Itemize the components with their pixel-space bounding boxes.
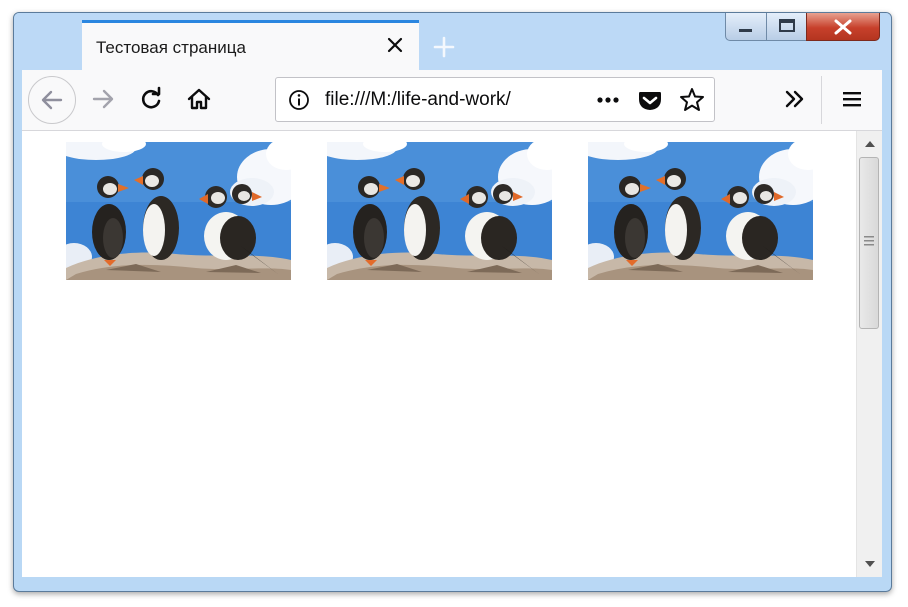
scroll-up-arrow[interactable] [857,135,882,153]
browser-window: Тестовая страница file:///M:/life-and-wo… [13,12,892,592]
maximize-button[interactable] [766,13,807,41]
url-fade [516,84,546,114]
page-content [22,131,856,577]
reload-button[interactable] [134,82,168,116]
back-button[interactable] [28,76,76,124]
minimize-icon [739,29,752,32]
hamburger-menu-icon [843,92,861,107]
minimize-button[interactable] [725,13,767,41]
scroll-down-arrow[interactable] [857,555,882,573]
tab-active[interactable]: Тестовая страница [82,20,419,70]
overflow-button[interactable] [778,82,812,116]
arrow-left-icon [41,90,63,110]
grip-icon [864,236,874,246]
tab-title: Тестовая страница [96,38,246,57]
scrollbar-thumb[interactable] [859,157,879,329]
menu-button[interactable] [835,82,869,116]
puffins-image-3 [588,142,813,280]
puffins-image-2 [327,142,552,280]
plus-icon[interactable] [432,35,456,59]
url-text[interactable]: file:///M:/life-and-work/ [325,89,543,111]
maximize-icon [779,19,795,32]
vertical-scrollbar[interactable] [856,131,882,577]
pocket-icon[interactable] [636,86,664,114]
caret-down-icon [864,561,875,567]
star-icon[interactable] [678,86,706,114]
close-icon[interactable] [385,35,405,55]
more-horizontal-icon[interactable] [594,86,622,114]
window-bottom-edge [22,577,882,583]
caret-up-icon [864,141,875,147]
arrow-right-icon [92,89,114,109]
forward-button[interactable] [86,82,120,116]
home-button[interactable] [182,82,216,116]
window-controls [725,13,891,42]
double-chevron-right-icon [785,90,804,108]
puffins-image-1 [66,142,291,280]
close-window-button[interactable] [806,13,880,41]
toolbar-separator [821,76,822,124]
info-icon[interactable] [285,86,313,114]
close-icon [834,19,852,35]
address-bar[interactable]: file:///M:/life-and-work/ [275,77,715,122]
tab-strip: Тестовая страница [14,13,891,70]
navigation-toolbar: file:///M:/life-and-work/ [22,70,882,131]
home-icon [187,88,211,110]
reload-icon [141,86,161,109]
